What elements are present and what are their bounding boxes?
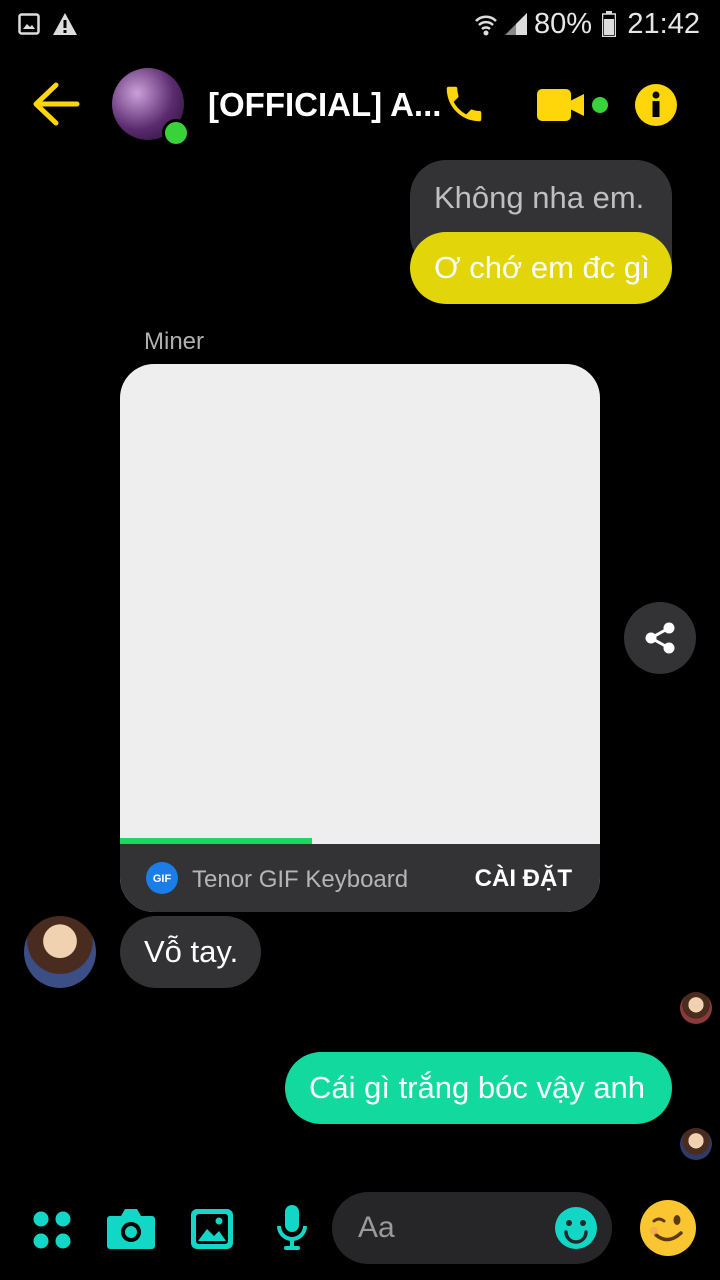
conversation-title[interactable]: [OFFICIAL] A... [208,86,441,124]
wink-emoji-icon[interactable] [638,1198,698,1258]
svg-text:GIF: GIF [153,873,172,885]
back-arrow-icon[interactable] [32,82,80,126]
message-text: Ơ chớ em đc gì [434,250,650,285]
microphone-icon[interactable] [276,1204,308,1252]
battery-icon [602,11,616,37]
share-button[interactable] [624,602,696,674]
video-call-icon[interactable] [537,89,571,121]
read-receipt-avatar [680,1128,712,1160]
phone-icon[interactable] [441,81,487,127]
online-indicator [162,119,190,147]
emoji-picker-icon[interactable] [554,1206,598,1250]
gallery-notification-icon [18,13,40,35]
read-receipt-avatar [680,992,712,1024]
apps-grid-icon[interactable] [32,1210,72,1250]
message-text: Vỗ tay. [144,934,239,969]
message-bubble-sent[interactable]: Cái gì trắng bóc vậy anh [285,1052,672,1124]
message-bubble-sent[interactable]: Ơ chớ em đc gì [410,232,672,304]
message-text: Không nha em. [434,180,645,215]
video-active-dot [592,97,608,113]
video-call-lens-icon[interactable] [570,93,586,117]
gif-attribution-bar: GIF Tenor GIF Keyboard CÀI ĐẶT [120,844,600,912]
conversation-header: [OFFICIAL] A... [0,55,720,155]
share-icon [645,622,675,654]
install-button[interactable]: CÀI ĐẶT [475,865,572,893]
message-input-placeholder: Aa [358,1211,395,1244]
gif-source-label: Tenor GIF Keyboard [192,866,409,893]
clock: 21:42 [627,8,700,40]
info-icon[interactable] [634,83,678,127]
status-bar: 80% 21:42 [0,0,720,50]
message-text: Cái gì trắng bóc vậy anh [309,1070,646,1105]
wifi-icon [475,15,497,36]
tenor-gif-icon: GIF [146,862,178,894]
camera-icon[interactable] [106,1206,156,1250]
battery-percent: 80% [533,8,592,40]
gallery-icon[interactable] [190,1208,234,1250]
message-bubble-received[interactable]: Vỗ tay. [120,916,261,988]
gif-message[interactable]: GIF Tenor GIF Keyboard CÀI ĐẶT [120,364,600,912]
sender-avatar[interactable] [24,916,96,988]
signal-icon [505,13,527,35]
warning-icon [53,13,77,35]
message-input[interactable]: Aa [332,1192,612,1264]
sender-name: Miner [144,328,205,355]
